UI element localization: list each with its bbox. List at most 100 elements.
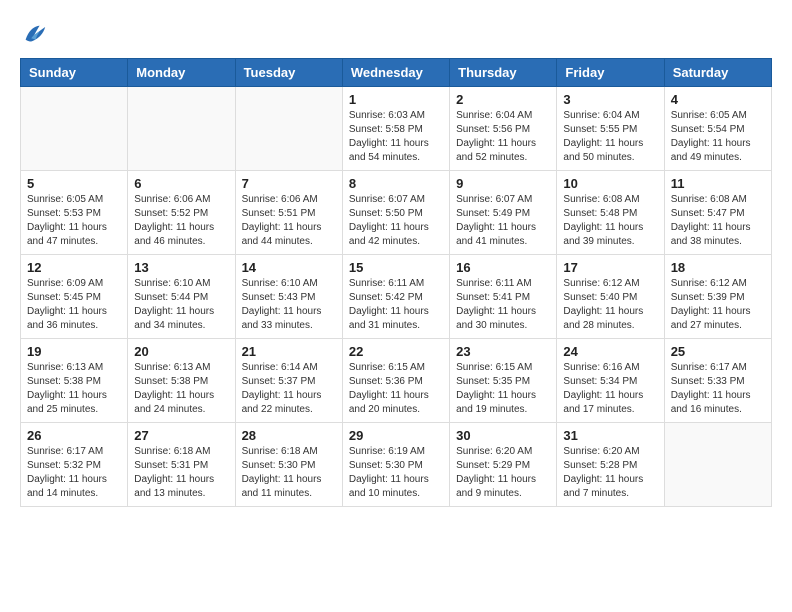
day-info: Sunrise: 6:10 AM Sunset: 5:43 PM Dayligh…: [242, 277, 336, 333]
day-info: Sunrise: 6:18 AM Sunset: 5:31 PM Dayligh…: [134, 445, 228, 501]
day-info: Sunrise: 6:06 AM Sunset: 5:52 PM Dayligh…: [134, 193, 228, 249]
day-number: 25: [671, 344, 765, 359]
day-info: Sunrise: 6:08 AM Sunset: 5:47 PM Dayligh…: [671, 193, 765, 249]
day-info: Sunrise: 6:08 AM Sunset: 5:48 PM Dayligh…: [563, 193, 657, 249]
day-number: 27: [134, 428, 228, 443]
day-number: 11: [671, 176, 765, 191]
day-info: Sunrise: 6:10 AM Sunset: 5:44 PM Dayligh…: [134, 277, 228, 333]
day-info: Sunrise: 6:09 AM Sunset: 5:45 PM Dayligh…: [27, 277, 121, 333]
day-number: 21: [242, 344, 336, 359]
day-info: Sunrise: 6:07 AM Sunset: 5:49 PM Dayligh…: [456, 193, 550, 249]
calendar-cell: 24 Sunrise: 6:16 AM Sunset: 5:34 PM Dayli…: [557, 339, 664, 423]
day-info: Sunrise: 6:12 AM Sunset: 5:39 PM Dayligh…: [671, 277, 765, 333]
calendar-cell: [21, 87, 128, 171]
day-info: Sunrise: 6:18 AM Sunset: 5:30 PM Dayligh…: [242, 445, 336, 501]
weekday-header-monday: Monday: [128, 59, 235, 87]
day-number: 8: [349, 176, 443, 191]
calendar-cell: 19Sunrise: 6:13 AM Sunset: 5:38 PM Dayli…: [21, 339, 128, 423]
calendar-cell: 13 Sunrise: 6:10 AM Sunset: 5:44 PM Dayli…: [128, 255, 235, 339]
weekday-header-tuesday: Tuesday: [235, 59, 342, 87]
calendar-cell: 27 Sunrise: 6:18 AM Sunset: 5:31 PM Dayli…: [128, 423, 235, 507]
calendar-cell: 17 Sunrise: 6:12 AM Sunset: 5:40 PM Dayli…: [557, 255, 664, 339]
day-info: Sunrise: 6:13 AM Sunset: 5:38 PM Dayligh…: [134, 361, 228, 417]
calendar-cell: 23Sunrise: 6:15 AM Sunset: 5:35 PM Dayli…: [450, 339, 557, 423]
day-number: 7: [242, 176, 336, 191]
calendar-cell: [235, 87, 342, 171]
calendar-cell: [128, 87, 235, 171]
day-number: 31: [563, 428, 657, 443]
day-number: 10: [563, 176, 657, 191]
logo-bird-icon: [20, 20, 48, 48]
day-number: 2: [456, 92, 550, 107]
calendar-cell: [664, 423, 771, 507]
weekday-header-thursday: Thursday: [450, 59, 557, 87]
logo: [20, 20, 52, 48]
calendar-week-row: 19Sunrise: 6:13 AM Sunset: 5:38 PM Dayli…: [21, 339, 772, 423]
day-number: 9: [456, 176, 550, 191]
calendar-week-row: 26 Sunrise: 6:17 AM Sunset: 5:32 PM Dayli…: [21, 423, 772, 507]
day-number: 16: [456, 260, 550, 275]
calendar-cell: 8 Sunrise: 6:07 AM Sunset: 5:50 PM Daylig…: [342, 171, 449, 255]
calendar-cell: 2 Sunrise: 6:04 AM Sunset: 5:56 PM Daylig…: [450, 87, 557, 171]
day-info: Sunrise: 6:04 AM Sunset: 5:55 PM Dayligh…: [563, 109, 657, 165]
day-number: 12: [27, 260, 121, 275]
weekday-header-sunday: Sunday: [21, 59, 128, 87]
day-number: 29: [349, 428, 443, 443]
calendar-header: SundayMondayTuesdayWednesdayThursdayFrid…: [21, 59, 772, 87]
calendar-cell: 18 Sunrise: 6:12 AM Sunset: 5:39 PM Dayli…: [664, 255, 771, 339]
calendar-cell: 4Sunrise: 6:05 AM Sunset: 5:54 PM Daylig…: [664, 87, 771, 171]
day-number: 30: [456, 428, 550, 443]
day-number: 1: [349, 92, 443, 107]
day-info: Sunrise: 6:12 AM Sunset: 5:40 PM Dayligh…: [563, 277, 657, 333]
calendar-cell: 15Sunrise: 6:11 AM Sunset: 5:42 PM Dayli…: [342, 255, 449, 339]
calendar-cell: 16 Sunrise: 6:11 AM Sunset: 5:41 PM Dayli…: [450, 255, 557, 339]
calendar-cell: 31Sunrise: 6:20 AM Sunset: 5:28 PM Dayli…: [557, 423, 664, 507]
page-header: [20, 20, 772, 48]
day-info: Sunrise: 6:04 AM Sunset: 5:56 PM Dayligh…: [456, 109, 550, 165]
calendar-cell: 28 Sunrise: 6:18 AM Sunset: 5:30 PM Dayli…: [235, 423, 342, 507]
weekday-header-saturday: Saturday: [664, 59, 771, 87]
day-number: 13: [134, 260, 228, 275]
day-info: Sunrise: 6:07 AM Sunset: 5:50 PM Dayligh…: [349, 193, 443, 249]
calendar-cell: 10 Sunrise: 6:08 AM Sunset: 5:48 PM Dayli…: [557, 171, 664, 255]
weekday-header-wednesday: Wednesday: [342, 59, 449, 87]
calendar-cell: 20 Sunrise: 6:13 AM Sunset: 5:38 PM Dayli…: [128, 339, 235, 423]
day-info: Sunrise: 6:17 AM Sunset: 5:32 PM Dayligh…: [27, 445, 121, 501]
calendar-cell: 7 Sunrise: 6:06 AM Sunset: 5:51 PM Daylig…: [235, 171, 342, 255]
calendar-cell: 29 Sunrise: 6:19 AM Sunset: 5:30 PM Dayli…: [342, 423, 449, 507]
day-info: Sunrise: 6:03 AM Sunset: 5:58 PM Dayligh…: [349, 109, 443, 165]
day-number: 4: [671, 92, 765, 107]
weekday-row: SundayMondayTuesdayWednesdayThursdayFrid…: [21, 59, 772, 87]
day-info: Sunrise: 6:15 AM Sunset: 5:36 PM Dayligh…: [349, 361, 443, 417]
calendar-cell: 1 Sunrise: 6:03 AM Sunset: 5:58 PM Daylig…: [342, 87, 449, 171]
day-number: 6: [134, 176, 228, 191]
calendar-cell: 22 Sunrise: 6:15 AM Sunset: 5:36 PM Dayli…: [342, 339, 449, 423]
day-number: 17: [563, 260, 657, 275]
day-info: Sunrise: 6:11 AM Sunset: 5:41 PM Dayligh…: [456, 277, 550, 333]
calendar-cell: 26 Sunrise: 6:17 AM Sunset: 5:32 PM Dayli…: [21, 423, 128, 507]
calendar-cell: 30 Sunrise: 6:20 AM Sunset: 5:29 PM Dayli…: [450, 423, 557, 507]
calendar-cell: 6 Sunrise: 6:06 AM Sunset: 5:52 PM Daylig…: [128, 171, 235, 255]
day-info: Sunrise: 6:16 AM Sunset: 5:34 PM Dayligh…: [563, 361, 657, 417]
calendar-cell: 9 Sunrise: 6:07 AM Sunset: 5:49 PM Daylig…: [450, 171, 557, 255]
day-number: 3: [563, 92, 657, 107]
day-info: Sunrise: 6:14 AM Sunset: 5:37 PM Dayligh…: [242, 361, 336, 417]
day-number: 28: [242, 428, 336, 443]
day-number: 23: [456, 344, 550, 359]
day-info: Sunrise: 6:20 AM Sunset: 5:29 PM Dayligh…: [456, 445, 550, 501]
day-info: Sunrise: 6:17 AM Sunset: 5:33 PM Dayligh…: [671, 361, 765, 417]
day-number: 22: [349, 344, 443, 359]
day-info: Sunrise: 6:06 AM Sunset: 5:51 PM Dayligh…: [242, 193, 336, 249]
day-number: 15: [349, 260, 443, 275]
calendar-cell: 3 Sunrise: 6:04 AM Sunset: 5:55 PM Daylig…: [557, 87, 664, 171]
calendar-cell: 14Sunrise: 6:10 AM Sunset: 5:43 PM Dayli…: [235, 255, 342, 339]
calendar-cell: 11 Sunrise: 6:08 AM Sunset: 5:47 PM Dayli…: [664, 171, 771, 255]
day-number: 26: [27, 428, 121, 443]
weekday-header-friday: Friday: [557, 59, 664, 87]
day-info: Sunrise: 6:19 AM Sunset: 5:30 PM Dayligh…: [349, 445, 443, 501]
day-number: 20: [134, 344, 228, 359]
calendar-cell: 25 Sunrise: 6:17 AM Sunset: 5:33 PM Dayli…: [664, 339, 771, 423]
day-number: 18: [671, 260, 765, 275]
calendar-cell: 12 Sunrise: 6:09 AM Sunset: 5:45 PM Dayli…: [21, 255, 128, 339]
day-number: 24: [563, 344, 657, 359]
